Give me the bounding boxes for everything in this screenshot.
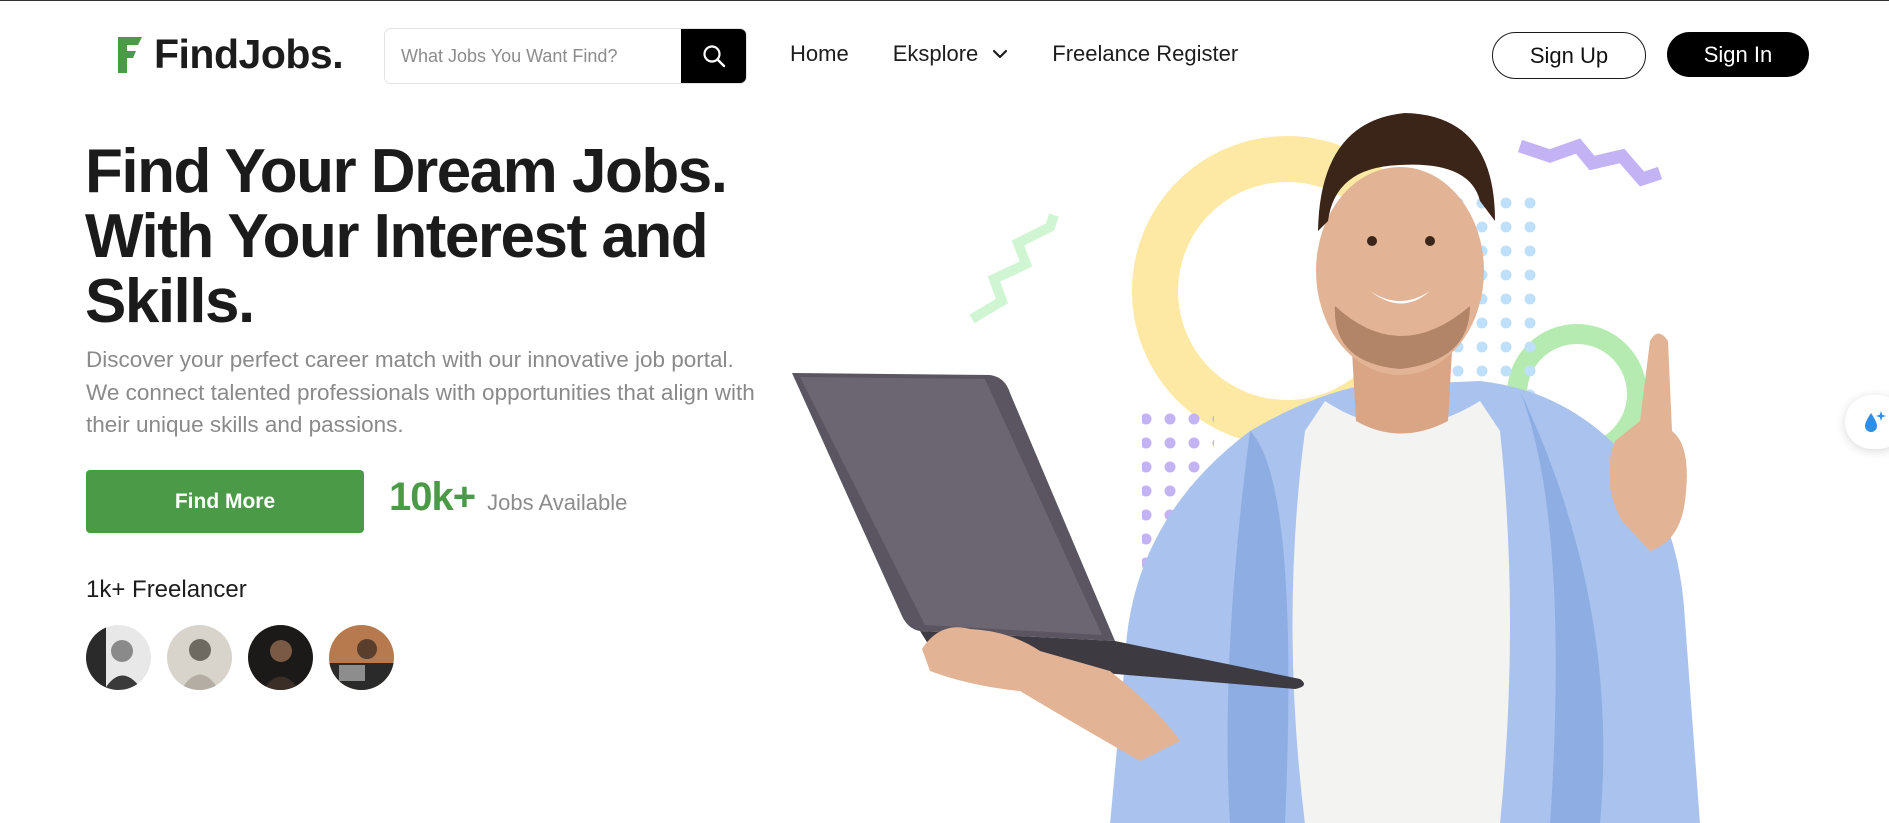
sign-up-button[interactable]: Sign Up (1492, 32, 1646, 79)
main-menu: Home Eksplore Freelance Register (790, 41, 1238, 67)
jobs-count: 10k+ (389, 475, 476, 519)
hero-description: Discover your perfect career match with … (86, 347, 755, 437)
avatar[interactable] (167, 625, 232, 690)
chevron-down-icon (993, 49, 1008, 59)
sign-in-button[interactable]: Sign In (1667, 32, 1809, 77)
avatar[interactable] (248, 625, 313, 690)
logo-icon (118, 36, 142, 73)
hero-title-line-1: Find Your Dream Jobs. (85, 137, 728, 206)
water-drop-sparkle-icon (1865, 411, 1886, 432)
nav-explore-label: Eksplore (892, 41, 979, 66)
nav-freelance-register[interactable]: Freelance Register (1052, 41, 1238, 67)
nav-explore[interactable]: Eksplore (893, 41, 1009, 67)
jobs-count-label: Jobs Available (487, 490, 628, 515)
jobs-available-stat: 10k+ Jobs Available (389, 475, 627, 520)
person-tshirt (1292, 401, 1510, 823)
find-more-button[interactable]: Find More (86, 470, 364, 533)
search-button[interactable] (681, 29, 746, 83)
job-search-bar (384, 28, 747, 84)
nav-home[interactable]: Home (790, 41, 849, 67)
mint-zigzag (969, 213, 1059, 324)
hero-title-line-3: Skills. (85, 267, 255, 336)
avatar[interactable] (329, 625, 394, 690)
hero-title: Find Your Dream Jobs. With Your Interest… (85, 139, 785, 334)
hero-title-line-2: With Your Interest and (85, 202, 709, 271)
floating-assistant-widget[interactable] (1845, 395, 1889, 449)
avatar[interactable] (86, 625, 151, 690)
lavender-zigzag (1517, 138, 1663, 187)
brand-logo[interactable]: FindJobs. (114, 31, 344, 78)
freelancer-avatars (86, 625, 394, 690)
hero-illustration (792, 113, 1700, 823)
top-navbar: FindJobs. Home Eksplore Freelance Regist… (0, 1, 1889, 109)
search-icon (702, 45, 725, 68)
search-input[interactable] (385, 29, 681, 83)
brand-name: FindJobs. (154, 31, 344, 77)
freelancer-count: 1k+ Freelancer (86, 576, 247, 603)
